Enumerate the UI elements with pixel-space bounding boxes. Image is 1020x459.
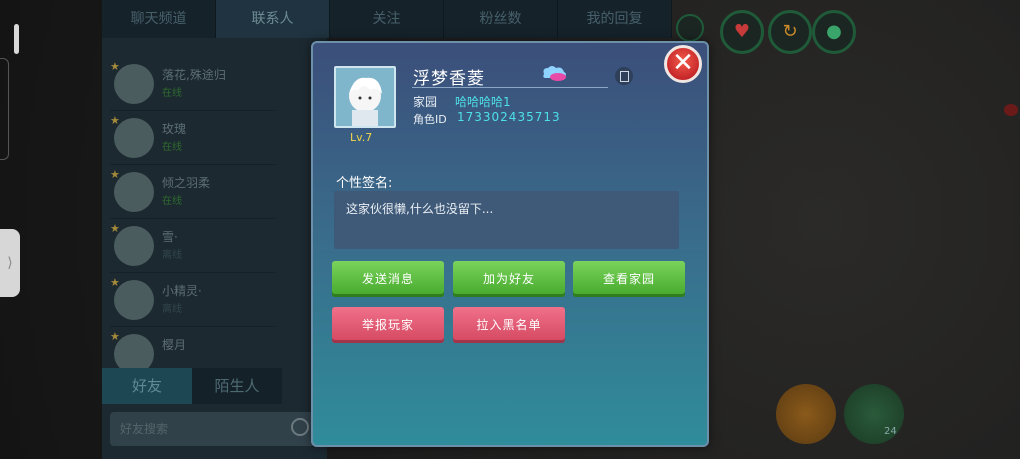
block-player-button[interactable]: 拉入黑名单 — [453, 307, 565, 343]
notification-dot — [1004, 104, 1018, 116]
avatar — [114, 118, 154, 158]
friend-type-tabs: 好友 陌生人 — [102, 368, 327, 404]
heart-icon: ♥ — [733, 21, 751, 42]
friend-name: 樱月 — [162, 338, 187, 352]
add-friend-button[interactable]: 加为好友 — [453, 261, 565, 297]
star-icon: ★ — [110, 276, 120, 289]
friend-list-item[interactable]: ★ 倾之羽柔 在线 — [110, 166, 275, 219]
social-top-tabs: 聊天频道 联系人 关注 粉丝数 我的回复 — [102, 0, 672, 38]
friend-status: 在线 — [162, 142, 182, 153]
view-home-button[interactable]: 查看家园 — [573, 261, 685, 297]
friend-status: 离线 — [162, 250, 182, 261]
report-player-button[interactable]: 举报玩家 — [332, 307, 444, 343]
star-icon: ★ — [110, 330, 120, 343]
tab-following[interactable]: 关注 — [330, 0, 444, 38]
star-icon: ★ — [110, 60, 120, 73]
tab-my-replies[interactable]: 我的回复 — [558, 0, 672, 38]
tab-fans[interactable]: 粉丝数 — [444, 0, 558, 38]
star-icon: ★ — [110, 114, 120, 127]
friend-name: 倾之羽柔 — [162, 176, 211, 190]
signature-text: 这家伙很懒,什么也没留下... — [346, 202, 494, 216]
avatar — [114, 280, 154, 320]
megaphone-counter: 24 — [884, 426, 897, 437]
friend-name: 小精灵· — [162, 284, 202, 298]
player-avatar — [334, 66, 396, 128]
name-underline — [412, 87, 608, 88]
search-icon[interactable] — [291, 418, 309, 436]
refresh-icon-button[interactable]: ↻ — [768, 10, 812, 54]
tab-friends[interactable]: 好友 — [102, 368, 192, 404]
signature-label: 个性签名: — [336, 176, 393, 191]
side-frame — [0, 58, 9, 160]
horn-button[interactable] — [776, 384, 836, 444]
close-dialog-button[interactable]: ✕ — [664, 45, 702, 83]
side-expand-handle[interactable]: ⟩ — [0, 229, 20, 297]
drop-icon: ● — [826, 21, 842, 42]
friend-name: 玫瑰 — [162, 122, 187, 136]
friend-name: 落花,殊途归 — [162, 68, 226, 82]
star-icon: ★ — [110, 168, 120, 181]
friend-list-item[interactable]: ★ 落花,殊途归 在线 — [110, 58, 275, 111]
friend-list-item[interactable]: ★ 小精灵· 离线 — [110, 274, 275, 327]
friend-list-item[interactable]: ★ 玫瑰 在线 — [110, 112, 275, 165]
avatar — [114, 64, 154, 104]
friend-status: 在线 — [162, 196, 182, 207]
copy-icon[interactable] — [615, 67, 633, 85]
avatar — [114, 172, 154, 212]
settings-ring-icon[interactable] — [676, 14, 704, 42]
friend-list-item[interactable]: ★ 雪· 离线 — [110, 220, 275, 273]
player-name: 浮梦香菱 — [413, 69, 485, 89]
tab-contacts[interactable]: 联系人 — [216, 0, 330, 38]
avatar — [114, 226, 154, 266]
search-placeholder: 好友搜索 — [120, 422, 169, 436]
player-level: Lv.7 — [350, 131, 373, 144]
drop-icon-button[interactable]: ● — [812, 10, 856, 54]
side-indicator — [14, 24, 19, 54]
refresh-icon: ↻ — [782, 21, 798, 42]
role-id-label: 角色ID — [413, 113, 447, 126]
tab-strangers[interactable]: 陌生人 — [192, 368, 282, 404]
close-icon: ✕ — [672, 48, 694, 78]
home-value: 哈哈哈哈1 — [455, 95, 511, 109]
heart-icon-button[interactable]: ♥ — [720, 10, 764, 54]
star-icon: ★ — [110, 222, 120, 235]
role-id-value: 173302435713 — [457, 110, 561, 124]
friend-search-input[interactable]: 好友搜索 — [110, 412, 315, 446]
friend-name: 雪· — [162, 230, 178, 244]
send-message-button[interactable]: 发送消息 — [332, 261, 444, 297]
megaphone-button[interactable]: 24 — [844, 384, 904, 444]
home-label: 家园 — [413, 95, 438, 109]
friend-status: 离线 — [162, 304, 182, 315]
tab-chat-channel[interactable]: 聊天频道 — [102, 0, 216, 38]
friend-list-item[interactable]: ★ 樱月 — [110, 328, 275, 374]
friend-status: 在线 — [162, 88, 182, 99]
vip-badge-icon — [543, 66, 566, 81]
